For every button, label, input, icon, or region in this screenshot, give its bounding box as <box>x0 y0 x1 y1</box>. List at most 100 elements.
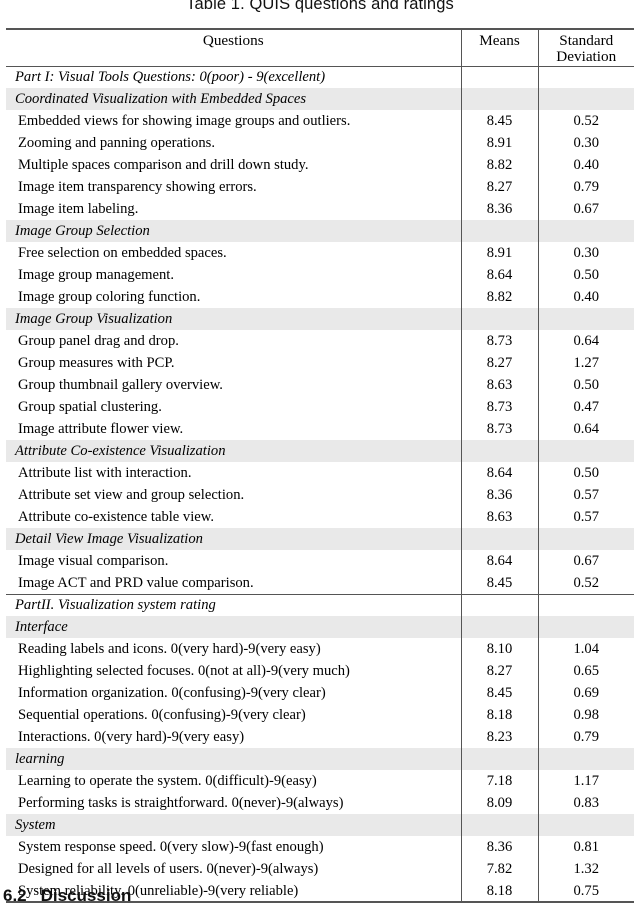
cell-standard-deviation <box>537 528 634 551</box>
cell-mean: 8.63 <box>460 506 538 529</box>
cell-question: Designed for all levels of users. 0(neve… <box>18 861 319 878</box>
cell-standard-deviation: 0.79 <box>537 176 634 199</box>
cell-mean <box>460 66 538 89</box>
cell-mean: 8.73 <box>460 418 538 441</box>
cell-standard-deviation: 0.50 <box>537 374 634 397</box>
cell-question: Attribute co-existence table view. <box>18 509 214 526</box>
table-row: Highlighting selected focuses. 0(not at … <box>6 660 634 683</box>
cell-mean: 8.73 <box>460 396 538 419</box>
table-row: Designed for all levels of users. 0(neve… <box>6 858 634 881</box>
cell-mean <box>460 308 538 331</box>
table-row: Group spatial clustering. 8.73 0.47 <box>6 396 634 419</box>
cell-standard-deviation: 0.50 <box>537 264 634 287</box>
cell-question: Sequential operations. 0(confusing)-9(ve… <box>18 707 306 724</box>
table-row: Image attribute flower view. 8.73 0.64 <box>6 418 634 441</box>
cell-question: Zooming and panning operations. <box>18 135 215 152</box>
cell-mean: 8.18 <box>460 880 538 904</box>
table-section-row: Image Group Visualization <box>6 308 634 331</box>
cell-mean: 8.63 <box>460 374 538 397</box>
cell-mean: 8.45 <box>460 110 538 133</box>
table-caption: Table 1. QUIS questions and ratings <box>186 0 454 13</box>
cell-standard-deviation: 0.69 <box>537 682 634 705</box>
table-section-row: Coordinated Visualization with Embedded … <box>6 88 634 111</box>
cell-standard-deviation: 0.83 <box>537 792 634 815</box>
cell-question: PartII. Visualization system rating <box>6 593 461 617</box>
cell-standard-deviation <box>537 88 634 111</box>
cell-question: Image visual comparison. <box>18 553 169 570</box>
table-row: Information organization. 0(confusing)-9… <box>6 682 634 705</box>
table-row: Multiple spaces comparison and drill dow… <box>6 154 634 177</box>
cell-mean: 8.64 <box>460 462 538 485</box>
cell-question: Group panel drag and drop. <box>18 333 179 350</box>
cell-question: Image Group Visualization <box>6 308 461 331</box>
cell-question: Highlighting selected focuses. 0(not at … <box>18 663 350 680</box>
cell-mean: 8.36 <box>460 198 538 221</box>
cell-question: Attribute set view and group selection. <box>18 487 245 504</box>
column-header-sd-line2: Deviation <box>556 48 617 66</box>
cell-standard-deviation <box>537 220 634 243</box>
table-section-row: Interface <box>6 616 634 639</box>
table-row: Attribute co-existence table view. 8.63 0.… <box>6 506 634 529</box>
table-row: Sequential operations. 0(confusing)-9(ve… <box>6 704 634 727</box>
cell-question: learning <box>6 748 461 771</box>
cell-standard-deviation: 0.64 <box>537 330 634 353</box>
cell-question: Group measures with PCP. <box>18 355 175 372</box>
table-row: Group measures with PCP. 8.27 1.27 <box>6 352 634 375</box>
cell-mean: 8.64 <box>460 264 538 287</box>
cell-question: Interface <box>6 616 461 639</box>
table-row: Learning to operate the system. 0(diffic… <box>6 770 634 793</box>
table-section-row: Attribute Co-existence Visualization <box>6 440 634 463</box>
cell-standard-deviation <box>537 440 634 463</box>
table-row: Reading labels and icons. 0(very hard)-9… <box>6 638 634 661</box>
cell-question: Image ACT and PRD value comparison. <box>18 574 254 591</box>
cell-mean: 8.91 <box>460 132 538 155</box>
quis-table-container: Questions Means Standard Deviation Part … <box>6 27 634 904</box>
cell-mean: 8.18 <box>460 704 538 727</box>
column-header-standard-deviation: Standard Deviation <box>537 27 634 67</box>
cell-standard-deviation: 0.75 <box>537 880 634 904</box>
cell-question: Part I: Visual Tools Questions: 0(poor) … <box>15 69 326 86</box>
cell-mean: 7.18 <box>460 770 538 793</box>
cell-standard-deviation: 0.52 <box>537 110 634 133</box>
cell-standard-deviation: 0.65 <box>537 660 634 683</box>
cell-question: Image group coloring function. <box>18 289 201 306</box>
table-row: Attribute list with interaction. 8.64 0.50 <box>6 462 634 485</box>
table-row: Performing tasks is straightforward. 0(n… <box>6 792 634 815</box>
cell-question: Image attribute flower view. <box>18 421 184 438</box>
cell-mean <box>460 814 538 837</box>
cell-question: Group spatial clustering. <box>18 399 162 416</box>
table-section-row: PartII. Visualization system rating <box>6 593 634 617</box>
cell-mean: 8.64 <box>460 550 538 573</box>
cell-standard-deviation: 1.17 <box>537 770 634 793</box>
next-section-heading: 6.2 Discussion <box>3 886 131 906</box>
table-row: Image item transparency showing errors. 8… <box>6 176 634 199</box>
cell-question: Detail View Image Visualization <box>6 528 461 551</box>
cell-mean: 8.82 <box>460 286 538 309</box>
cell-question: Image item labeling. <box>18 201 139 218</box>
cell-question: Interactions. 0(very hard)-9(very easy) <box>18 729 245 746</box>
table-section-row: System <box>6 814 634 837</box>
cell-standard-deviation: 0.30 <box>537 242 634 265</box>
cell-standard-deviation: 1.32 <box>537 858 634 881</box>
cell-mean: 8.27 <box>460 660 538 683</box>
cell-question: Performing tasks is straightforward. 0(n… <box>18 795 344 812</box>
document-page: Table 1. QUIS questions and ratings Ques… <box>0 0 640 908</box>
table-section-row: Detail View Image Visualization <box>6 528 634 551</box>
table-row: Image item labeling. 8.36 0.67 <box>6 198 634 221</box>
cell-mean: 8.91 <box>460 242 538 265</box>
cell-mean: 7.82 <box>460 858 538 881</box>
cell-mean: 8.45 <box>460 682 538 705</box>
cell-mean: 8.27 <box>460 352 538 375</box>
table-row: Attribute set view and group selection. 8… <box>6 484 634 507</box>
cell-standard-deviation: 0.81 <box>537 836 634 859</box>
table-body: Part I: Visual Tools Questions: 0(poor) … <box>6 66 634 904</box>
table-row: Image visual comparison. 8.64 0.67 <box>6 550 634 573</box>
cell-mean <box>460 528 538 551</box>
cell-standard-deviation: 0.40 <box>537 154 634 177</box>
cell-standard-deviation: 1.27 <box>537 352 634 375</box>
cell-standard-deviation <box>537 814 634 837</box>
cell-question: Image Group Selection <box>6 220 461 243</box>
cell-question: Image group management. <box>18 267 175 284</box>
cell-mean: 8.82 <box>460 154 538 177</box>
cell-standard-deviation: 0.30 <box>537 132 634 155</box>
